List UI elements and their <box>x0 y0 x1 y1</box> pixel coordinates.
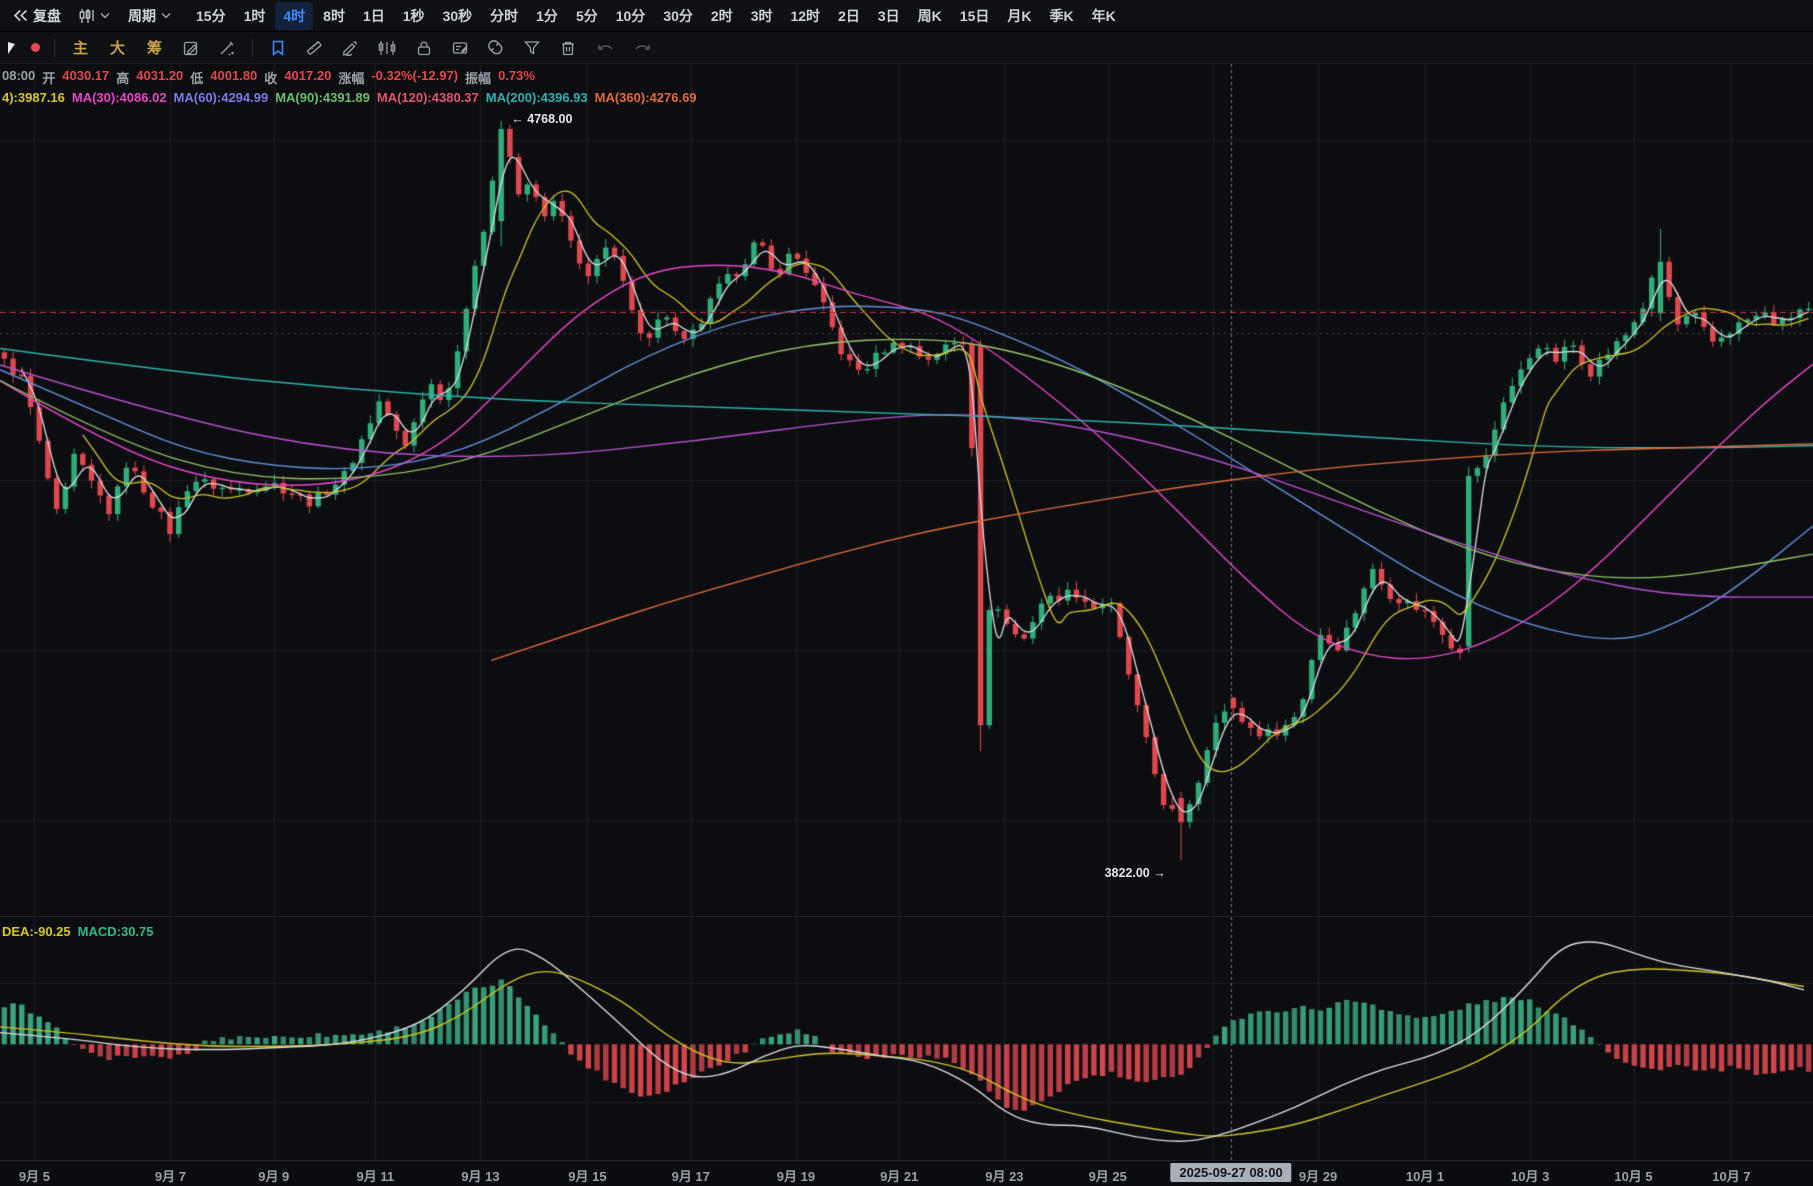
period-label: 周期 <box>128 6 156 26</box>
form-edit-icon[interactable] <box>449 37 471 59</box>
timeframe-tab-5分[interactable]: 5分 <box>568 2 606 30</box>
text-tool-group: 主大筹 <box>69 35 166 60</box>
macd-canvas[interactable] <box>0 916 1813 1160</box>
axis-label: 10月 5 <box>1614 1166 1652 1185</box>
toolbar-left-group: 复盘 周期 <box>6 3 178 29</box>
divider <box>252 39 253 57</box>
timeframe-tab-30分[interactable]: 30分 <box>655 2 701 30</box>
divider <box>54 39 55 57</box>
axis-label: 9月 19 <box>777 1166 815 1185</box>
cursor-icon <box>8 42 15 54</box>
time-axis[interactable]: 2025-09-27 08:00 9月 5 9月 7 9月 9 9月 11 9月 13 9… <box>0 1160 1813 1186</box>
candlestick-icon <box>79 9 95 23</box>
axis-label: 9月 21 <box>880 1166 918 1185</box>
compare-candles-icon[interactable] <box>375 37 399 59</box>
timeframe-tab-1日[interactable]: 1日 <box>355 2 393 30</box>
timeframe-tab-1分[interactable]: 1分 <box>528 2 566 30</box>
timeframe-tab-4时[interactable]: 4时 <box>275 2 313 30</box>
axis-label: 9月 25 <box>1089 1166 1127 1185</box>
brush-icon[interactable] <box>216 37 238 59</box>
low-annotation: 3822.00 → <box>1105 866 1166 880</box>
timeframe-tab-分时[interactable]: 分时 <box>482 2 526 30</box>
filter-icon[interactable] <box>521 37 543 59</box>
undo-icon[interactable] <box>593 39 617 57</box>
pen-icon[interactable] <box>339 37 361 59</box>
replay-button[interactable]: 复盘 <box>6 3 68 29</box>
text-tool-大[interactable]: 大 <box>106 35 129 60</box>
ruler-icon[interactable] <box>303 37 325 59</box>
timeframe-tab-3日[interactable]: 3日 <box>870 2 908 30</box>
axis-label: 9月 17 <box>672 1166 710 1185</box>
timeframe-tab-15分[interactable]: 15分 <box>188 2 234 30</box>
replay-label: 复盘 <box>33 6 61 26</box>
axis-label: 9月 9 <box>258 1166 289 1185</box>
text-tool-筹[interactable]: 筹 <box>143 35 166 60</box>
timeframe-tab-30秒[interactable]: 30秒 <box>435 2 481 30</box>
chart-type-button[interactable] <box>72 6 117 26</box>
timeframe-tab-2日[interactable]: 2日 <box>830 2 868 30</box>
axis-label: 10月 1 <box>1406 1166 1444 1185</box>
axis-label: 9月 15 <box>568 1166 606 1185</box>
axis-label: 10月 3 <box>1511 1166 1549 1185</box>
drawing-toolbar: 主大筹 <box>0 32 1813 64</box>
timeframe-tab-2时[interactable]: 2时 <box>703 2 741 30</box>
timeframe-tab-1时[interactable]: 1时 <box>236 2 274 30</box>
chevron-down-icon <box>161 12 171 19</box>
timeframe-tab-10分[interactable]: 10分 <box>608 2 654 30</box>
redo-icon[interactable] <box>631 39 655 57</box>
bookmark-icon[interactable] <box>267 37 289 59</box>
crosshair-date-chip: 2025-09-27 08:00 <box>1170 1163 1291 1182</box>
trash-icon[interactable] <box>557 37 579 59</box>
timeframe-tab-月K[interactable]: 月K <box>999 2 1039 30</box>
lock-icon[interactable] <box>413 37 435 59</box>
rewind-icon <box>13 9 28 22</box>
timeframe-tab-季K[interactable]: 季K <box>1041 2 1081 30</box>
trading-app: 复盘 周期 15分1时4时8时1日1秒30秒分时1分5分10分30分2时3时12… <box>0 0 1813 1186</box>
chart-area: 08:00 开 4030.17 高 4031.20 低 4001.80 收 40… <box>0 64 1813 1186</box>
timeframe-tab-1秒[interactable]: 1秒 <box>395 2 433 30</box>
edit-note-icon[interactable] <box>180 37 202 59</box>
record-dot-icon <box>31 43 40 52</box>
timeframe-tab-15日[interactable]: 15日 <box>952 2 998 30</box>
chevron-down-icon <box>100 12 110 19</box>
timeframe-tab-12时[interactable]: 12时 <box>782 2 828 30</box>
timeframe-toolbar: 复盘 周期 15分1时4时8时1日1秒30秒分时1分5分10分30分2时3时12… <box>0 0 1813 32</box>
axis-label: 9月 29 <box>1299 1166 1337 1185</box>
main-chart-canvas[interactable] <box>0 64 1813 916</box>
timeframe-tab-年K[interactable]: 年K <box>1084 2 1124 30</box>
axis-label: 9月 13 <box>461 1166 499 1185</box>
timeframe-tab-周K[interactable]: 周K <box>910 2 950 30</box>
axis-label: 9月 11 <box>356 1166 394 1185</box>
timeframe-tab-3时[interactable]: 3时 <box>743 2 781 30</box>
axis-label: 9月 5 <box>19 1166 50 1185</box>
axis-label: 9月 7 <box>155 1166 186 1185</box>
axis-label: 9月 23 <box>985 1166 1023 1185</box>
text-tool-主[interactable]: 主 <box>69 35 92 60</box>
high-annotation: ← 4768.00 <box>511 112 572 126</box>
magnet-icon[interactable] <box>485 37 507 59</box>
timeframe-tab-8时[interactable]: 8时 <box>315 2 353 30</box>
timeframe-tabs: 15分1时4时8时1日1秒30秒分时1分5分10分30分2时3时12时2日3日周… <box>188 2 1124 30</box>
period-button[interactable]: 周期 <box>121 3 178 29</box>
axis-label: 10月 7 <box>1712 1166 1750 1185</box>
